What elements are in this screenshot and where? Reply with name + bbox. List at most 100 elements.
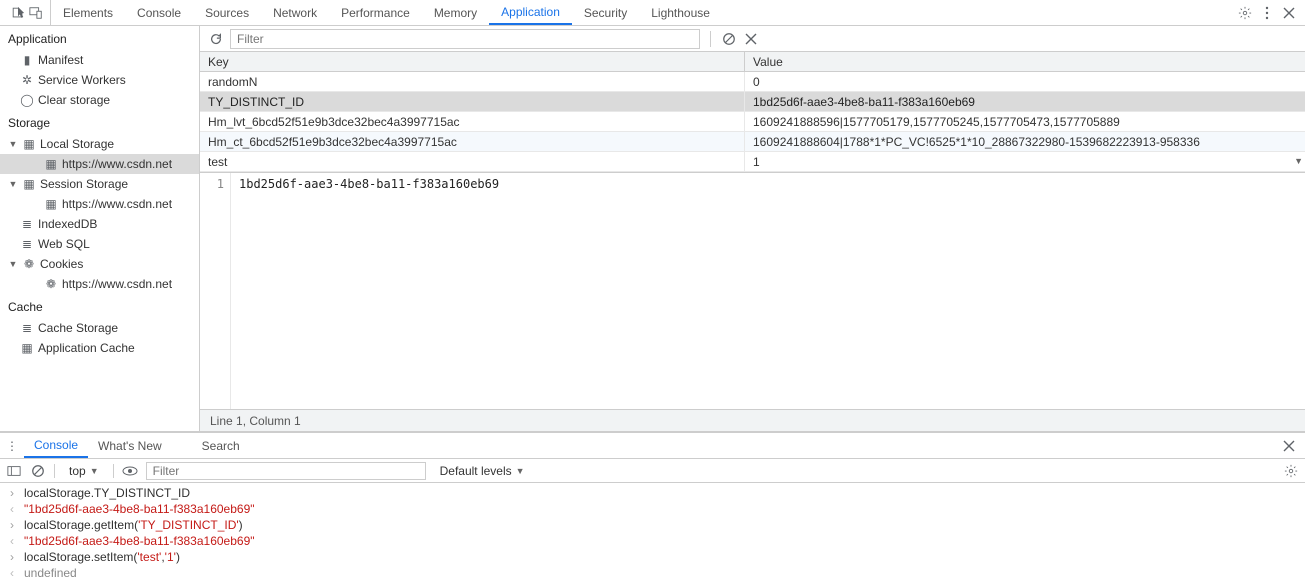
- top-right-icons: [1229, 0, 1305, 25]
- sidebar-item-session-storage[interactable]: ▼▦Session Storage: [0, 174, 199, 194]
- cell-value: 1609241888596|1577705179,1577705245,1577…: [745, 112, 1305, 131]
- value-preview-pane: 1 1bd25d6f-aae3-4be8-ba11-f383a160eb69: [200, 172, 1305, 409]
- table-row[interactable]: randomN0: [200, 72, 1305, 92]
- sidebar-item-app-cache[interactable]: ▦ Application Cache: [0, 338, 199, 358]
- sidebar-label: https://www.csdn.net: [62, 277, 172, 291]
- sidebar-label: Cookies: [40, 257, 83, 271]
- separator: [113, 464, 114, 478]
- sidebar-item-manifest[interactable]: ▮ Manifest: [0, 50, 199, 70]
- sidebar-item-indexeddb[interactable]: ≣IndexedDB: [0, 214, 199, 234]
- device-toggle-icon[interactable]: [28, 5, 44, 21]
- table-row[interactable]: Hm_ct_6bcd52f51e9b3dce32bec4a3997715ac16…: [200, 132, 1305, 152]
- sidebar-origin-local[interactable]: ▦https://www.csdn.net: [0, 154, 199, 174]
- status-bar: Line 1, Column 1: [200, 409, 1305, 431]
- panel-tab-sources[interactable]: Sources: [193, 0, 261, 25]
- delete-selected-icon[interactable]: [743, 31, 759, 47]
- kebab-menu-icon[interactable]: [1259, 5, 1275, 21]
- prompt-out-icon: ‹: [10, 534, 24, 548]
- storage-icon: ▦: [22, 137, 36, 151]
- panel-tab-network[interactable]: Network: [261, 0, 329, 25]
- settings-icon[interactable]: [1237, 5, 1253, 21]
- close-devtools-icon[interactable]: [1281, 5, 1297, 21]
- console-line: ›localStorage.getItem('TY_DISTINCT_ID'): [0, 517, 1305, 533]
- panel-tab-memory[interactable]: Memory: [422, 0, 489, 25]
- cookie-icon: ❁: [44, 277, 58, 291]
- console-filter-input[interactable]: [146, 462, 426, 480]
- db-icon: ≣: [20, 237, 34, 251]
- sidebar-label: Local Storage: [40, 137, 114, 151]
- cell-key: TY_DISTINCT_ID: [200, 92, 745, 111]
- storage-filter-input[interactable]: [230, 29, 700, 49]
- table-row[interactable]: TY_DISTINCT_ID1bd25d6f-aae3-4be8-ba11-f3…: [200, 92, 1305, 112]
- storage-icon: ▦: [20, 341, 34, 355]
- refresh-icon[interactable]: [208, 31, 224, 47]
- sidebar-item-websql[interactable]: ≣Web SQL: [0, 234, 199, 254]
- console-line: ›localStorage.TY_DISTINCT_ID: [0, 485, 1305, 501]
- drawer-tab-console[interactable]: Console: [24, 433, 88, 458]
- panel-tabs: ElementsConsoleSourcesNetworkPerformance…: [51, 0, 722, 25]
- console-line: ‹undefined: [0, 565, 1305, 581]
- db-icon: ≣: [20, 321, 34, 335]
- drawer-tab-whats-new[interactable]: What's New: [88, 433, 172, 458]
- kebab-menu-icon[interactable]: ⋮: [0, 433, 24, 458]
- sidebar-item-cookies[interactable]: ▼❁Cookies: [0, 254, 199, 274]
- log-level-selector[interactable]: Default levels▼: [434, 462, 531, 480]
- sidebar-label: Service Workers: [38, 73, 126, 87]
- panel-tab-application[interactable]: Application: [489, 0, 572, 25]
- console-line: ‹"1bd25d6f-aae3-4be8-ba11-f383a160eb69": [0, 533, 1305, 549]
- clear-console-icon[interactable]: [30, 463, 46, 479]
- sidebar-item-cache-storage[interactable]: ≣ Cache Storage: [0, 318, 199, 338]
- manifest-icon: ▮: [20, 53, 34, 67]
- storage-table-body: randomN0TY_DISTINCT_ID1bd25d6f-aae3-4be8…: [200, 72, 1305, 172]
- panel-tab-security[interactable]: Security: [572, 0, 639, 25]
- console-text: undefined: [24, 566, 1301, 580]
- console-toolbar: top▼ Default levels▼: [0, 459, 1305, 483]
- drawer-tab-search[interactable]: Search: [192, 433, 250, 458]
- separator: [710, 31, 711, 47]
- console-output[interactable]: ›localStorage.TY_DISTINCT_ID‹"1bd25d6f-a…: [0, 483, 1305, 585]
- origin-icon: ▦: [44, 197, 58, 211]
- chevron-down-icon: ▼: [8, 179, 18, 189]
- sidebar-label: Cache Storage: [38, 321, 118, 335]
- sidebar-label: Manifest: [38, 53, 83, 67]
- context-label: top: [69, 464, 86, 478]
- panel-tab-lighthouse[interactable]: Lighthouse: [639, 0, 722, 25]
- chevron-down-icon: ▼: [8, 259, 18, 269]
- close-drawer-icon[interactable]: [1273, 433, 1305, 458]
- table-row[interactable]: Hm_lvt_6bcd52f51e9b3dce32bec4a3997715ac1…: [200, 112, 1305, 132]
- table-row[interactable]: test1▼: [200, 152, 1305, 172]
- console-text: "1bd25d6f-aae3-4be8-ba11-f383a160eb69": [24, 534, 1301, 548]
- sidebar-item-service-workers[interactable]: ✲Service Workers: [0, 70, 199, 90]
- clear-all-icon[interactable]: [721, 31, 737, 47]
- col-header-key[interactable]: Key: [200, 52, 745, 71]
- console-sidebar-toggle-icon[interactable]: [6, 463, 22, 479]
- sidebar-label: Application Cache: [38, 341, 135, 355]
- console-line: ›localStorage.setItem('test','1'): [0, 549, 1305, 565]
- devtools-top-bar: ElementsConsoleSourcesNetworkPerformance…: [0, 0, 1305, 26]
- panel-tab-performance[interactable]: Performance: [329, 0, 422, 25]
- storage-table-header: Key Value: [200, 52, 1305, 72]
- prompt-in-icon: ›: [10, 486, 24, 500]
- live-expression-icon[interactable]: [122, 463, 138, 479]
- preview-content[interactable]: 1bd25d6f-aae3-4be8-ba11-f383a160eb69: [230, 173, 1305, 409]
- sidebar-origin-session[interactable]: ▦ https://www.csdn.net: [0, 194, 199, 214]
- cell-value: 0: [745, 72, 1305, 91]
- prompt-out-icon: ‹: [10, 502, 24, 516]
- sidebar-item-local-storage[interactable]: ▼▦Local Storage: [0, 134, 199, 154]
- chevron-down-icon[interactable]: ▼: [1294, 156, 1303, 166]
- sidebar-item-clear-storage[interactable]: ◯Clear storage: [0, 90, 199, 110]
- storage-content: Key Value randomN0TY_DISTINCT_ID1bd25d6f…: [200, 26, 1305, 431]
- sidebar-label: https://www.csdn.net: [62, 157, 172, 171]
- console-settings-icon[interactable]: [1283, 463, 1299, 479]
- panel-tab-console[interactable]: Console: [125, 0, 193, 25]
- sidebar-label: Session Storage: [40, 177, 128, 191]
- context-selector[interactable]: top▼: [63, 462, 105, 480]
- console-text: localStorage.setItem('test','1'): [24, 550, 1301, 564]
- inspect-icon[interactable]: [10, 5, 26, 21]
- panel-tab-elements[interactable]: Elements: [51, 0, 125, 25]
- console-line: ‹"1bd25d6f-aae3-4be8-ba11-f383a160eb69": [0, 501, 1305, 517]
- col-header-value[interactable]: Value: [745, 52, 1305, 71]
- prompt-in-icon: ›: [10, 518, 24, 532]
- sidebar-origin-cookies[interactable]: ❁ https://www.csdn.net: [0, 274, 199, 294]
- sidebar-label: https://www.csdn.net: [62, 197, 172, 211]
